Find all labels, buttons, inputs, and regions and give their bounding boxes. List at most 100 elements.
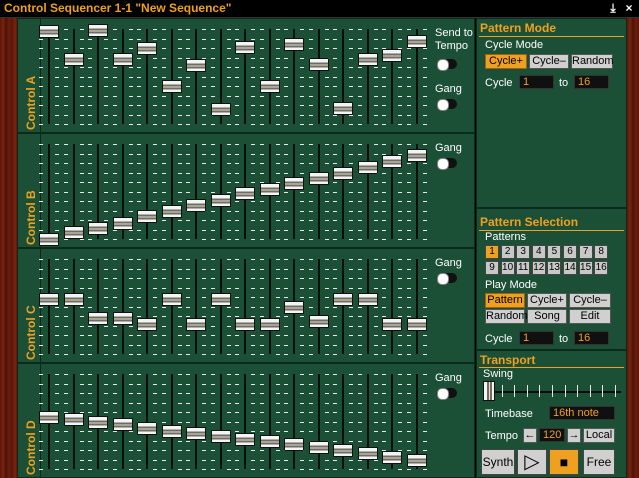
slider-track[interactable] [342,144,344,239]
cycle-to-field[interactable]: 16 [574,75,609,89]
synth-button[interactable]: Synth [481,449,515,475]
step-2-slider-knob[interactable] [63,412,84,426]
play-cycle-to-field[interactable]: 16 [574,331,609,345]
timebase-field[interactable]: 16th note [549,406,615,420]
step-2-slider-knob[interactable] [63,226,84,240]
slider-track[interactable] [146,259,148,354]
pattern-1-button[interactable]: 1 [485,245,499,259]
step-10-slider-knob[interactable] [259,317,280,331]
gang-toggle[interactable] [437,99,457,111]
play-mode-edit-button[interactable]: Edit [569,309,611,324]
tempo-increase-button[interactable]: → [567,428,581,443]
slider-track[interactable] [317,374,320,469]
step-16-slider-knob[interactable] [406,317,427,331]
pattern-13-button[interactable]: 13 [547,261,562,275]
slider-track[interactable] [317,29,320,124]
gang-toggle[interactable] [437,158,457,170]
step-10-slider-knob[interactable] [259,80,280,93]
step-12-slider-knob[interactable] [308,172,329,186]
random-button[interactable]: Random [571,54,614,69]
slider-track[interactable] [146,144,148,239]
title-bar[interactable]: Control Sequencer 1-1 "New Sequence" ⤓ × [0,0,639,18]
step-9-slider-knob[interactable] [235,41,255,55]
step-16-slider-knob[interactable] [406,149,427,163]
pin-icon[interactable]: ⤓ [606,1,620,15]
play-mode-cycle-minus-button[interactable]: Cycle– [569,293,611,308]
step-16-slider-knob[interactable] [406,453,427,467]
pattern-3-button[interactable]: 3 [516,245,531,259]
slider-track[interactable] [72,144,75,239]
step-3-slider-knob[interactable] [88,23,108,37]
step-14-slider-knob[interactable] [357,292,378,306]
slider-track[interactable] [244,374,246,469]
pattern-16-button[interactable]: 16 [594,261,609,275]
step-5-slider-knob[interactable] [137,317,157,331]
step-9-slider-knob[interactable] [235,317,255,331]
step-13-slider-knob[interactable] [333,444,353,457]
cycle-minus-button[interactable]: Cycle– [529,54,569,69]
pattern-2-button[interactable]: 2 [500,245,515,259]
pattern-7-button[interactable]: 7 [578,245,593,259]
pattern-11-button[interactable]: 11 [516,261,531,275]
slider-track[interactable] [97,29,99,124]
slider-track[interactable] [170,29,173,124]
step-5-slider-knob[interactable] [137,422,157,436]
step-13-slider-knob[interactable] [333,166,353,180]
play-mode-cycle-plus-button[interactable]: Cycle+ [527,293,567,308]
step-3-slider-knob[interactable] [88,415,108,429]
slider-track[interactable] [121,29,124,124]
slider-track[interactable] [268,374,271,469]
cycle-from-field[interactable]: 1 [519,75,554,89]
slider-track[interactable] [48,144,50,239]
step-8-slider-knob[interactable] [210,102,231,116]
step-13-slider-knob[interactable] [333,292,353,306]
slider-track[interactable] [48,29,50,124]
pattern-15-button[interactable]: 15 [578,261,593,275]
step-5-slider-knob[interactable] [137,210,157,224]
step-4-slider-knob[interactable] [112,418,133,432]
tempo-decrease-button[interactable]: ← [523,428,537,443]
slider-track[interactable] [268,29,271,124]
step-8-slider-knob[interactable] [210,194,231,208]
step-4-slider-knob[interactable] [112,311,133,325]
step-9-slider-knob[interactable] [235,187,255,201]
slider-track[interactable] [195,259,197,354]
step-3-slider-knob[interactable] [88,311,108,325]
step-15-slider-knob[interactable] [382,155,402,169]
step-1-slider-knob[interactable] [39,410,59,424]
gang-toggle[interactable] [437,388,457,400]
step-8-slider-knob[interactable] [210,292,231,306]
pattern-5-button[interactable]: 5 [547,245,562,259]
step-6-slider-knob[interactable] [161,292,182,306]
slider-track[interactable] [72,29,75,124]
step-1-slider-knob[interactable] [39,292,59,306]
slider-track[interactable] [342,259,344,354]
send-to-tempo-toggle[interactable] [437,59,457,71]
step-6-slider-knob[interactable] [161,425,182,438]
step-3-slider-knob[interactable] [88,221,108,235]
step-2-slider-knob[interactable] [63,292,84,306]
slider-track[interactable] [366,29,369,124]
pattern-9-button[interactable]: 9 [485,261,499,275]
gang-toggle[interactable] [437,273,457,285]
step-10-slider-knob[interactable] [259,435,280,449]
step-15-slider-knob[interactable] [382,317,402,331]
pattern-6-button[interactable]: 6 [563,245,577,259]
play-icon[interactable]: ▷ [517,449,547,475]
local-button[interactable]: Local [583,428,615,443]
slider-track[interactable] [366,144,369,239]
slider-track[interactable] [170,259,173,354]
slider-track[interactable] [170,144,173,239]
play-mode-pattern-button[interactable]: Pattern [485,293,525,308]
slider-track[interactable] [121,259,124,354]
slider-track[interactable] [48,259,50,354]
step-11-slider-knob[interactable] [284,38,304,52]
slider-track[interactable] [195,144,197,239]
step-13-slider-knob[interactable] [333,101,353,115]
slider-track[interactable] [317,144,320,239]
swing-slider[interactable] [483,381,621,401]
step-11-slider-knob[interactable] [284,300,304,314]
slider-track[interactable] [195,29,197,124]
pattern-10-button[interactable]: 10 [500,261,515,275]
step-8-slider-knob[interactable] [210,429,231,443]
